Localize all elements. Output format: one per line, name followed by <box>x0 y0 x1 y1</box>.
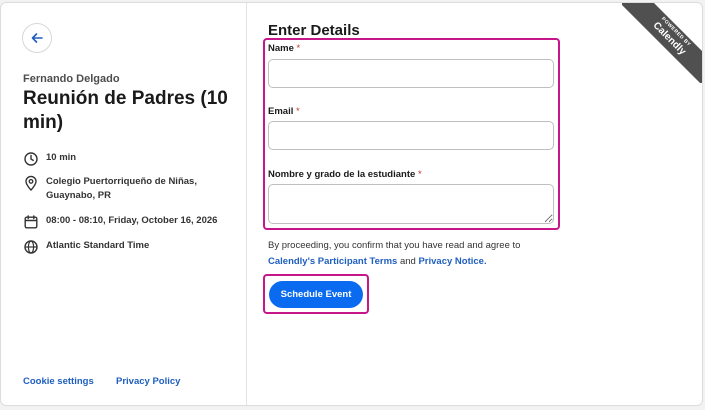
student-label: Nombre y grado de la estudiante * <box>268 169 422 180</box>
organizer-name: Fernando Delgado <box>23 73 120 85</box>
email-label-text: Email <box>268 106 294 117</box>
event-details-panel: Fernando Delgado Reunión de Padres (10 m… <box>1 3 247 405</box>
back-button[interactable] <box>22 23 52 53</box>
terms-and-text: and <box>399 256 416 267</box>
email-input[interactable] <box>268 121 554 150</box>
student-name-grade-textarea[interactable] <box>268 184 554 224</box>
terms-text: By proceeding, you confirm that you have… <box>268 240 521 251</box>
calendly-ribbon: POWERED BY Calendly <box>622 3 702 83</box>
schedule-event-button[interactable]: Schedule Event <box>269 281 363 308</box>
event-timezone: Atlantic Standard Time <box>23 239 149 255</box>
datetime-text: 08:00 - 08:10, Friday, October 16, 2026 <box>46 215 218 226</box>
required-mark: * <box>417 169 422 180</box>
arrow-left-icon <box>31 33 43 43</box>
name-label: Name * <box>268 43 300 54</box>
participant-terms-link[interactable]: Calendly's Participant Terms <box>268 256 397 267</box>
email-label: Email * <box>268 106 300 117</box>
student-label-text: Nombre y grado de la estudiante <box>268 169 416 180</box>
calendar-icon <box>23 214 39 230</box>
form-heading: Enter Details <box>268 22 360 39</box>
location-text: Colegio Puertorriqueño de Niñas, Guaynab… <box>46 176 197 201</box>
event-datetime: 08:00 - 08:10, Friday, October 16, 2026 <box>23 214 238 230</box>
cookie-settings-link[interactable]: Cookie settings <box>23 376 94 387</box>
privacy-notice-link[interactable]: Privacy Notice. <box>418 256 486 267</box>
required-mark: * <box>296 43 301 54</box>
timezone-text: Atlantic Standard Time <box>46 240 150 251</box>
powered-by-badge[interactable]: POWERED BY Calendly <box>622 3 702 83</box>
name-input[interactable] <box>268 59 554 88</box>
required-mark: * <box>296 106 300 117</box>
event-duration: 10 min <box>23 151 76 167</box>
terms-notice: By proceeding, you confirm that you have… <box>268 238 558 270</box>
map-pin-icon <box>23 175 39 191</box>
event-title: Reunión de Padres (10 min) <box>23 88 228 133</box>
duration-text: 10 min <box>46 152 77 163</box>
event-location: Colegio Puertorriqueño de Niñas, Guaynab… <box>23 175 223 203</box>
clock-icon <box>23 151 39 167</box>
globe-icon <box>23 239 39 255</box>
name-label-text: Name <box>268 43 294 54</box>
booking-card: Fernando Delgado Reunión de Padres (10 m… <box>0 2 703 406</box>
privacy-policy-link[interactable]: Privacy Policy <box>116 376 180 387</box>
